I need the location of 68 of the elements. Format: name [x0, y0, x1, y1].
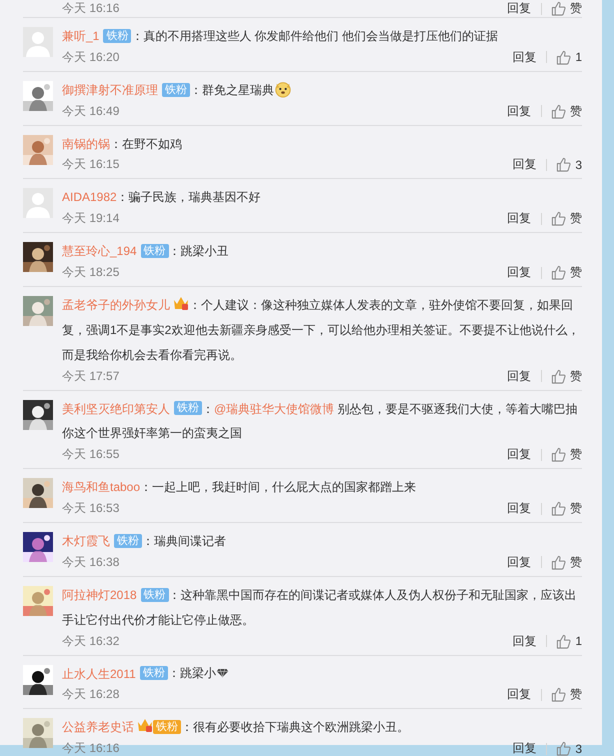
comment-text: 孟老爷子的外孙女儿 ：个人建议：像这种独立媒体人发表的文章，驻外使馆不要回复，如果回复，强调1不是事实2欢迎他去新疆亲身感受一下，可以给他办理相关签证。不要提不让他说什么，而是我给你机会去看你看完再说。	[62, 295, 580, 364]
comment-time: 今天 16:15	[62, 156, 120, 174]
comment-time: 今天 16:55	[62, 446, 120, 464]
reply-link[interactable]: 回复	[512, 48, 536, 66]
comment-text: 兼听_1 铁粉 ：真的不用搭理这些人 你发邮件给他们 他们会当做是打压他们的证据	[62, 28, 500, 45]
comment-time: 今天 18:25	[62, 264, 120, 282]
comment-time: 今天 16:28	[62, 686, 120, 704]
comment-text: 美利坚灭绝印第安人 铁粉 ：@瑞典驻华大使馆微博 别怂包，要是不驱逐我们大使，等着大嘴巴抽你这个世界强奸率第一的蛮夷之国	[62, 400, 579, 442]
comment-text: 海鸟和鱼taboo：一起上吧，我赶时间，什么屁大点的国家都蹭上来	[62, 479, 418, 496]
thumbs-up-icon	[556, 741, 572, 756]
thumbs-up-icon	[551, 687, 566, 702]
like-button[interactable]: 赞	[551, 210, 582, 228]
like-button[interactable]: 1	[556, 634, 582, 649]
like-button[interactable]: 3	[556, 157, 582, 172]
comment-text: 御撰津射不准原理 铁粉 ：群免之星瑞典	[62, 76, 582, 102]
reply-link[interactable]: 回复	[507, 368, 531, 385]
comment-time: 今天 16:49	[62, 102, 120, 120]
like-button[interactable]: 赞	[551, 0, 582, 17]
reply-link[interactable]: 回复	[512, 632, 536, 650]
comment-time: 今天 16:32	[62, 632, 120, 650]
like-button[interactable]: 3	[556, 741, 582, 756]
like-button[interactable]: 赞	[551, 686, 582, 704]
comment-text: 公益养老史话 铁粉 ：很有必要收拾下瑞典这个欧洲跳梁小丑。	[62, 717, 410, 736]
comment-time: 今天 16:20	[62, 48, 120, 66]
thumbs-up-icon	[551, 265, 566, 280]
reply-link[interactable]: 回复	[512, 156, 536, 174]
like-button[interactable]: 赞	[551, 554, 582, 571]
reply-link[interactable]: 回复	[507, 500, 531, 518]
crown-icon[interactable]	[137, 718, 153, 732]
like-button[interactable]: 赞	[551, 102, 582, 120]
like-button[interactable]: 1	[556, 50, 582, 65]
like-button[interactable]: 赞	[551, 446, 582, 464]
comment-text: 慧至玲心_194 铁粉 ：跳梁小丑	[62, 243, 230, 260]
crown-icon[interactable]	[173, 296, 189, 310]
thumbs-up-icon	[556, 634, 572, 649]
comment-text: AIDA1982：骗子民族，瑞典基因不好	[62, 189, 262, 206]
thumbs-up-icon	[551, 104, 566, 119]
reply-link[interactable]: 回复	[507, 102, 531, 120]
thumbs-up-icon	[556, 157, 572, 172]
reply-link[interactable]: 回复	[507, 264, 531, 282]
thumbs-up-icon	[551, 368, 566, 384]
comment-text: 阿拉神灯2018 铁粉 ：这种靠黑中国而存在的间谍记者或媒体人及伪人权份子和无耻国家，应该出手让它付出代价才能让它停止做恶。	[62, 586, 578, 629]
comment-time: 今天 16:53	[62, 500, 120, 518]
gem-emoji-icon	[216, 668, 229, 678]
reply-link[interactable]: 回复	[507, 210, 531, 228]
reply-link[interactable]: 回复	[507, 0, 531, 17]
reply-link[interactable]: 回复	[512, 740, 536, 756]
comment-time: 今天 16:38	[62, 554, 120, 571]
comment-time: 今天 16:16	[62, 740, 120, 756]
thumbs-up-icon	[551, 211, 566, 226]
comment-time: 今天 19:14	[62, 210, 120, 228]
thumbs-up-icon	[551, 1, 566, 16]
thumbs-up-icon	[551, 447, 566, 462]
thumbs-up-icon	[556, 50, 572, 65]
thumbs-up-icon	[551, 554, 566, 570]
thumbs-up-icon	[551, 501, 566, 516]
comment-text: 木灯霞飞 铁粉 ：瑞典间谍记者	[62, 532, 227, 550]
comment-time: 今天 17:57	[62, 368, 120, 385]
comment-time: 今天 16:16	[62, 0, 120, 17]
reply-link[interactable]: 回复	[507, 446, 531, 464]
like-button[interactable]: 赞	[551, 368, 582, 385]
dog-face-emoji-icon	[274, 80, 292, 98]
like-button[interactable]: 赞	[551, 264, 582, 282]
reply-link[interactable]: 回复	[507, 554, 531, 571]
like-button[interactable]: 赞	[551, 500, 582, 518]
comment-text: 止水人生2011 铁粉 ：跳梁小	[62, 660, 582, 686]
comment-text: 南锅的锅：在野不如鸡	[62, 135, 183, 152]
reply-link[interactable]: 回复	[507, 686, 531, 704]
